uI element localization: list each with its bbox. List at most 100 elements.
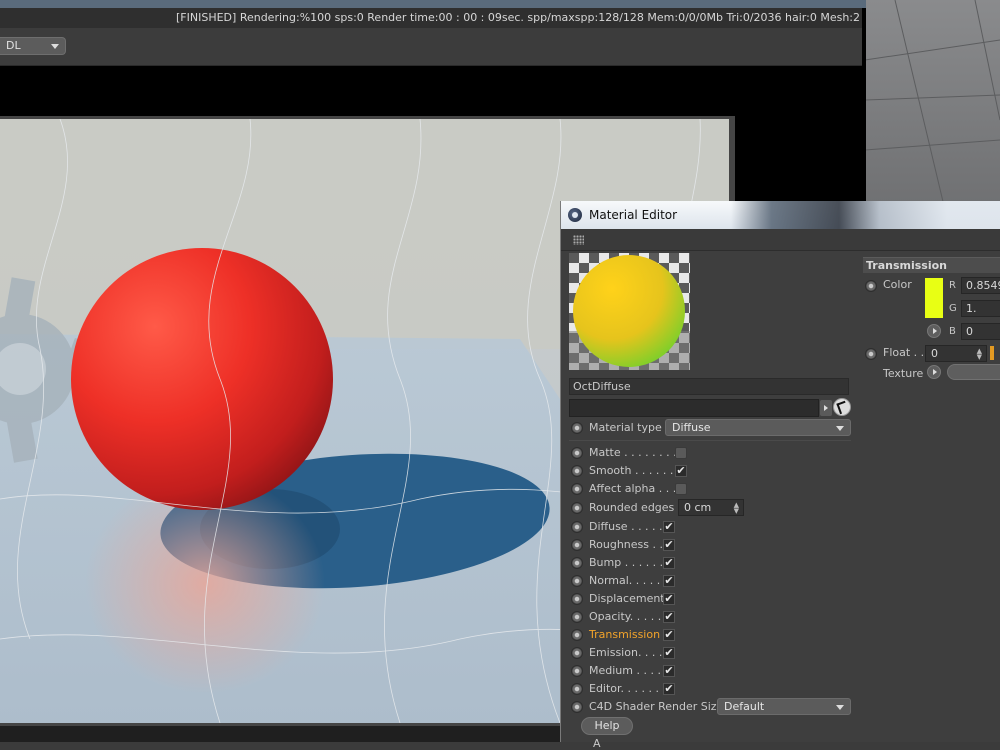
texture-slot-button[interactable] [947, 364, 1000, 380]
background-viewport [865, 0, 1000, 210]
animation-radio-icon[interactable] [571, 483, 583, 495]
param-row-opacity: Opacity. . . . . ✔ [569, 608, 853, 626]
path-arrow-button[interactable] [820, 400, 832, 416]
param-row-rounded-edges: Rounded edges 0 cm ▲ ▼ [569, 499, 853, 517]
color-label: Color [883, 278, 912, 291]
stepper-arrows-icon[interactable]: ▲ ▼ [977, 348, 982, 361]
chevron-down-icon [836, 426, 844, 431]
param-label: Roughness . . [589, 538, 663, 551]
param-label: Affect alpha . . . [589, 482, 677, 495]
animation-radio-icon[interactable] [571, 465, 583, 477]
divider [569, 440, 851, 441]
g-value-field[interactable]: 1. [961, 300, 1000, 317]
material-type-row: Material type Diffuse [569, 419, 853, 437]
affect-alpha-checkbox[interactable] [675, 483, 687, 495]
animation-radio-icon[interactable] [571, 557, 583, 569]
material-type-value: Diffuse [672, 421, 711, 434]
param-row-editor: Editor. . . . . . ✔ [569, 680, 853, 698]
material-settings-pane: OctDiffuse Material type Diffuse Matte .… [567, 251, 853, 750]
render-toolbar: DL [0, 28, 862, 66]
animation-radio-icon[interactable] [571, 629, 583, 641]
animation-radio-icon[interactable] [571, 683, 583, 695]
chevron-down-icon [836, 705, 844, 710]
texture-label: Texture [883, 367, 924, 380]
normal-checkbox[interactable]: ✔ [663, 575, 675, 587]
b-value-field[interactable]: 0 [961, 323, 1000, 340]
animation-radio-icon[interactable] [571, 665, 583, 677]
stepper-arrows-icon[interactable]: ▲ ▼ [734, 502, 739, 515]
window-top-strip [0, 0, 866, 8]
texture-arrow-button[interactable] [927, 365, 941, 379]
shader-size-dropdown[interactable]: Default [717, 698, 851, 715]
material-name-field[interactable]: OctDiffuse [569, 378, 849, 395]
param-label: Matte . . . . . . . . [589, 446, 677, 459]
animation-radio-icon[interactable] [571, 611, 583, 623]
animation-radio-icon[interactable] [865, 280, 877, 292]
editor-checkbox[interactable]: ✔ [663, 683, 675, 695]
diffuse-checkbox[interactable]: ✔ [663, 521, 675, 533]
param-label: Diffuse . . . . . [589, 520, 663, 533]
bump-checkbox[interactable]: ✔ [663, 557, 675, 569]
truncated-label: A [593, 737, 601, 750]
param-row-roughness: Roughness . . ✔ [569, 536, 853, 554]
rounded-edges-field[interactable]: 0 cm ▲ ▼ [678, 499, 744, 516]
roughness-checkbox[interactable]: ✔ [663, 539, 675, 551]
animation-radio-icon[interactable] [571, 521, 583, 533]
param-row-smooth: Smooth . . . . . . ✔ [569, 462, 853, 480]
float-label: Float . . [883, 346, 925, 359]
material-editor-titlebar[interactable]: Material Editor [561, 201, 1000, 229]
smooth-checkbox[interactable]: ✔ [675, 465, 687, 477]
material-type-dropdown[interactable]: Diffuse [665, 419, 851, 436]
param-label: Smooth . . . . . . [589, 464, 674, 477]
g-channel-label: G [949, 303, 957, 314]
displacement-checkbox[interactable]: ✔ [663, 593, 675, 605]
param-label: Editor. . . . . . [589, 682, 660, 695]
matte-checkbox[interactable] [675, 447, 687, 459]
r-value-field[interactable]: 0.8549 [961, 277, 1000, 294]
param-label: Emission. . . . [589, 646, 663, 659]
float-field[interactable]: 0 ▲ ▼ [925, 345, 987, 362]
grip-icon[interactable] [573, 235, 584, 245]
help-button[interactable]: Help [581, 717, 633, 735]
animation-radio-icon[interactable] [571, 422, 583, 434]
param-label: Normal. . . . . [589, 574, 661, 587]
material-preview[interactable] [569, 253, 690, 370]
animation-radio-icon[interactable] [571, 575, 583, 587]
transmission-checkbox[interactable]: ✔ [663, 629, 675, 641]
animation-radio-icon[interactable] [571, 593, 583, 605]
animation-radio-icon[interactable] [571, 701, 583, 713]
material-type-label: Material type [589, 421, 662, 434]
renderer-dropdown-label: DL [6, 39, 21, 52]
animation-radio-icon[interactable] [571, 447, 583, 459]
render-status-bar: [FINISHED] Rendering:%100 sps:0 Render t… [0, 8, 862, 28]
animation-radio-icon[interactable] [571, 502, 583, 514]
color-mode-arrow-button[interactable] [927, 324, 941, 338]
param-row-medium: Medium . . . . ✔ [569, 662, 853, 680]
emission-checkbox[interactable]: ✔ [663, 647, 675, 659]
param-row-diffuse: Diffuse . . . . . ✔ [569, 518, 853, 536]
param-label: Medium . . . . [589, 664, 661, 677]
path-field[interactable] [569, 399, 819, 417]
medium-checkbox[interactable]: ✔ [663, 665, 675, 677]
animation-radio-icon[interactable] [865, 348, 877, 360]
float-slider-handle[interactable] [990, 346, 994, 360]
param-row-matte: Matte . . . . . . . . [569, 444, 853, 462]
section-header: Transmission [863, 257, 1000, 273]
animation-radio-icon[interactable] [571, 647, 583, 659]
pick-cursor-icon[interactable] [833, 398, 851, 416]
material-editor-window: Material Editor OctDiffuse Material type… [560, 201, 1000, 750]
opacity-checkbox[interactable]: ✔ [663, 611, 675, 623]
param-label: Opacity. . . . . [589, 610, 662, 623]
renderer-dropdown[interactable]: DL [0, 37, 66, 55]
param-row-bump: Bump . . . . . . ✔ [569, 554, 853, 572]
animation-radio-icon[interactable] [571, 539, 583, 551]
cinema4d-logo-icon [568, 208, 582, 222]
color-swatch[interactable] [925, 278, 943, 318]
param-row-emission: Emission. . . . ✔ [569, 644, 853, 662]
shader-size-label: C4D Shader Render Size [589, 700, 724, 713]
param-label-active[interactable]: Transmission [589, 626, 660, 644]
param-label: Rounded edges [589, 501, 675, 514]
material-editor-toolbar [561, 229, 1000, 251]
transmission-channel-pane: Transmission Color R 0.8549 G 1. B 0 Flo… [863, 257, 1000, 742]
param-row-transmission: Transmission ✔ [569, 626, 853, 644]
